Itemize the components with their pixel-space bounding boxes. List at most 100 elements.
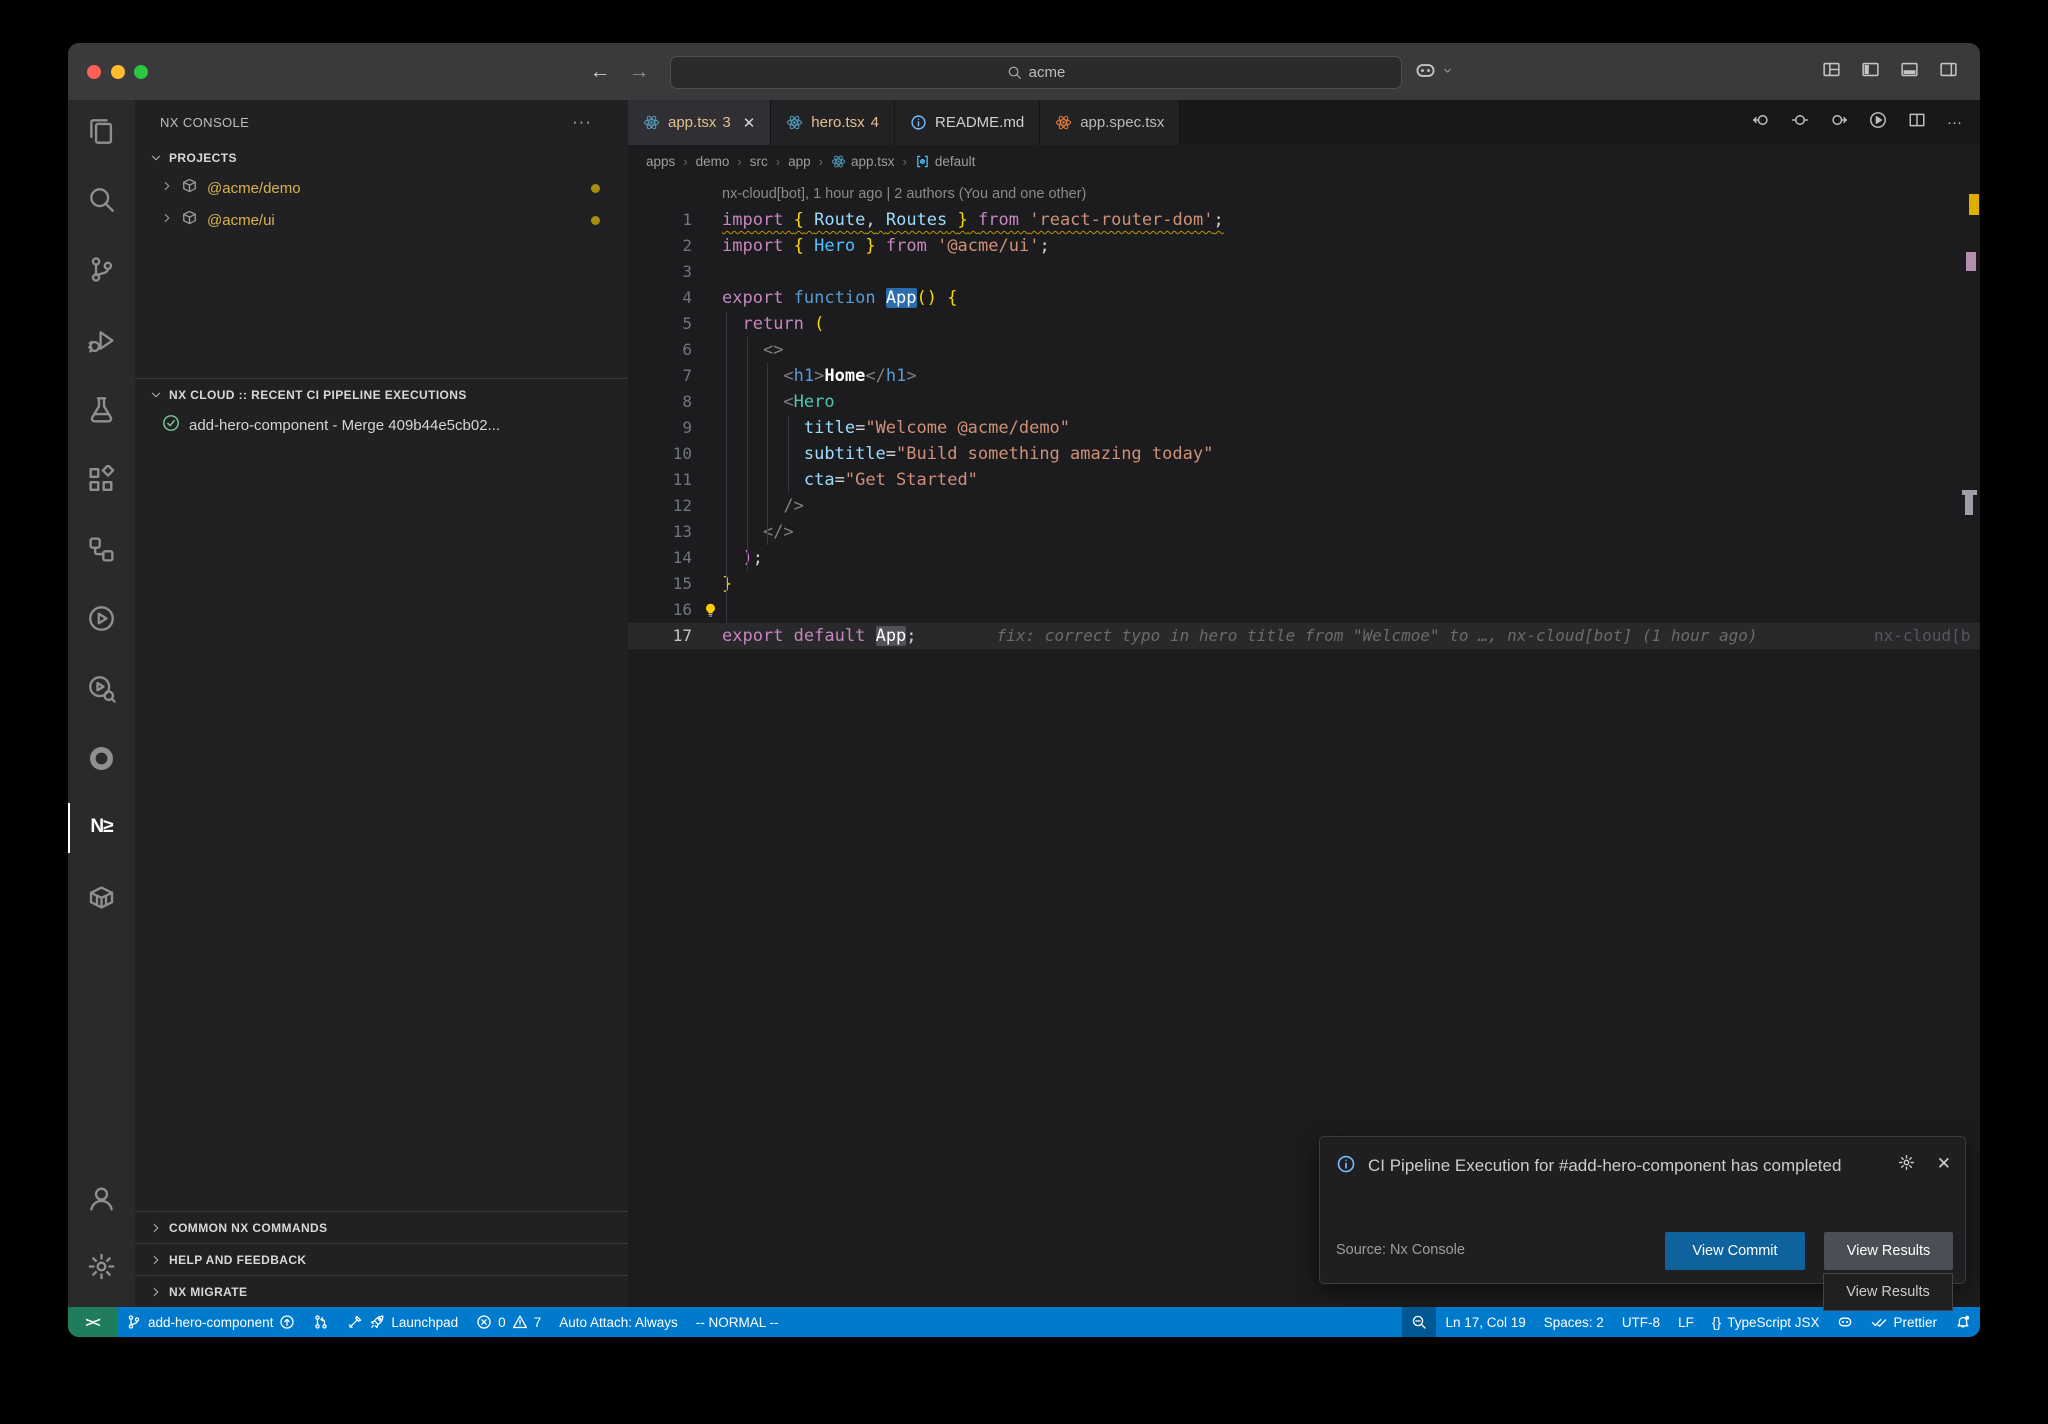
code-line-7[interactable]: 7 <h1>Home</h1> xyxy=(628,363,1980,389)
tab-README-md[interactable]: README.md xyxy=(895,100,1040,145)
nav-back-circle-icon[interactable] xyxy=(1752,111,1770,134)
nav-forward-icon[interactable]: → xyxy=(625,58,653,86)
status-label: UTF-8 xyxy=(1622,1315,1660,1330)
linked-squares-icon xyxy=(87,535,116,564)
toggle-panel-icon[interactable] xyxy=(1900,60,1919,84)
activity-item-containers[interactable] xyxy=(68,869,135,925)
pipeline-execution-item[interactable]: add-hero-component - Merge 409b44e5cb02.… xyxy=(135,409,628,441)
code-line-14[interactable]: 14 ); xyxy=(628,545,1980,571)
activity-item-runner[interactable] xyxy=(68,590,135,646)
code-line-5[interactable]: 5 return ( xyxy=(628,311,1980,337)
code-line-15[interactable]: 15} xyxy=(628,571,1980,597)
status-encoding[interactable]: UTF-8 xyxy=(1613,1307,1669,1337)
activity-item-settings[interactable] xyxy=(68,1238,135,1294)
code-line-1[interactable]: 1import { Route, Routes } from 'react-ro… xyxy=(628,207,1980,233)
status-git-branch[interactable]: add-hero-component xyxy=(117,1307,304,1337)
code-line-9[interactable]: 9 title="Welcome @acme/demo" xyxy=(628,415,1980,441)
tab-badge: 4 xyxy=(871,114,879,131)
tab-close-icon[interactable]: ✕ xyxy=(743,114,756,132)
status-label: Prettier xyxy=(1893,1315,1937,1330)
status-copilot-status[interactable] xyxy=(1828,1307,1862,1337)
breadcrumb-separator: › xyxy=(683,154,687,169)
traffic-light-minimize[interactable] xyxy=(111,65,125,79)
notification-settings-icon[interactable] xyxy=(1898,1154,1915,1176)
nav-forward-circle-icon[interactable] xyxy=(1830,111,1848,134)
section-nx-migrate[interactable]: NX MIGRATE xyxy=(135,1275,628,1307)
status-language-mode[interactable]: {}TypeScript JSX xyxy=(1703,1307,1829,1337)
toggle-secondary-sidebar-icon[interactable] xyxy=(1939,60,1958,84)
code-line-11[interactable]: 11 cta="Get Started" xyxy=(628,467,1980,493)
breadcrumb[interactable]: apps›demo›src›app›app.tsx›default xyxy=(628,145,1980,178)
tab-app-spec-tsx[interactable]: app.spec.tsx xyxy=(1040,100,1180,145)
more-actions-icon[interactable]: ··· xyxy=(1947,114,1962,132)
status-pull-request[interactable] xyxy=(304,1307,338,1337)
nav-forward-circle-icon xyxy=(1830,111,1848,129)
project-item[interactable]: @acme/ui xyxy=(135,204,628,236)
command-center-search[interactable]: acme xyxy=(670,56,1402,89)
activity-item-extensions[interactable] xyxy=(68,451,135,507)
activity-item-run-debug[interactable] xyxy=(68,312,135,368)
status-cursor-position[interactable]: Ln 17, Col 19 xyxy=(1436,1307,1534,1337)
search-value: acme xyxy=(1029,64,1066,81)
section-help-and-feedback[interactable]: HELP AND FEEDBACK xyxy=(135,1243,628,1275)
activity-item-testing[interactable] xyxy=(68,381,135,437)
code-line-3[interactable]: 3 xyxy=(628,259,1980,285)
status-eol[interactable]: LF xyxy=(1669,1307,1703,1337)
status-remote-indicator[interactable]: >< xyxy=(68,1307,117,1337)
tab-hero-tsx[interactable]: hero.tsx4 xyxy=(771,100,895,145)
status-auto-attach[interactable]: Auto Attach: Always xyxy=(550,1307,687,1337)
code-line-12[interactable]: 12 /> xyxy=(628,493,1980,519)
status-formatter[interactable]: Prettier xyxy=(1862,1307,1946,1337)
activity-item-source-control[interactable] xyxy=(68,241,135,297)
breadcrumb-item[interactable]: app.tsx xyxy=(851,154,895,169)
breadcrumb-item[interactable]: app xyxy=(788,154,811,169)
code-line-13[interactable]: 13 </> xyxy=(628,519,1980,545)
traffic-light-maximize[interactable] xyxy=(134,65,148,79)
status-vim-mode[interactable]: -- NORMAL -- xyxy=(687,1307,788,1337)
code-line-16[interactable]: 16 xyxy=(628,597,1980,623)
nav-circle-icon[interactable] xyxy=(1791,111,1809,134)
code-line-8[interactable]: 8 <Hero xyxy=(628,389,1980,415)
view-results-button[interactable]: View Results xyxy=(1824,1232,1953,1270)
activity-item-explorer[interactable] xyxy=(68,103,135,159)
status-zoom-control[interactable] xyxy=(1402,1307,1436,1337)
code-line-17[interactable]: 17export default App;fix: correct typo i… xyxy=(628,623,1980,649)
project-item[interactable]: @acme/demo xyxy=(135,172,628,204)
ruler-mark-warning xyxy=(1969,194,1979,215)
tools-icon xyxy=(347,1314,363,1330)
traffic-light-close[interactable] xyxy=(87,65,101,79)
status-indentation[interactable]: Spaces: 2 xyxy=(1535,1307,1613,1337)
breadcrumb-item[interactable]: default xyxy=(935,154,976,169)
code-line-2[interactable]: 2import { Hero } from '@acme/ui'; xyxy=(628,233,1980,259)
activity-item-nx-console[interactable]: N≥ xyxy=(68,799,135,855)
breadcrumb-item[interactable]: src xyxy=(750,154,768,169)
toggle-sidebar-icon[interactable] xyxy=(1861,60,1880,84)
section-projects[interactable]: PROJECTS xyxy=(135,144,628,172)
status-launchpad[interactable]: Launchpad xyxy=(338,1307,467,1337)
status-label: Auto Attach: Always xyxy=(559,1315,678,1330)
nav-back-icon[interactable]: ← xyxy=(586,58,614,86)
code-line-10[interactable]: 10 subtitle="Build something amazing tod… xyxy=(628,441,1980,467)
customize-layout-icon[interactable] xyxy=(1822,60,1841,84)
activity-item-run-inspect[interactable] xyxy=(68,660,135,716)
notification-close-icon[interactable]: ✕ xyxy=(1937,1154,1951,1176)
split-editor-icon[interactable] xyxy=(1908,111,1926,134)
status-notifications-bell[interactable] xyxy=(1946,1307,1980,1337)
sidebar-more-actions-icon[interactable]: ··· xyxy=(572,112,592,132)
play-ring-icon[interactable] xyxy=(1869,111,1887,134)
activity-item-accounts[interactable] xyxy=(68,1170,135,1226)
section-nx-cloud[interactable]: NX CLOUD :: RECENT CI PIPELINE EXECUTION… xyxy=(135,381,628,409)
status-problems[interactable]: 07 xyxy=(467,1307,550,1337)
copilot-menu[interactable] xyxy=(1414,59,1454,82)
activity-item-project-graph[interactable] xyxy=(68,521,135,577)
view-commit-button[interactable]: View Commit xyxy=(1665,1232,1805,1270)
breadcrumb-item[interactable]: apps xyxy=(646,154,675,169)
breadcrumb-item[interactable]: demo xyxy=(696,154,730,169)
activity-item-edge-browser[interactable] xyxy=(68,730,135,786)
section-common-nx-commands[interactable]: COMMON NX COMMANDS xyxy=(135,1211,628,1243)
code-line-4[interactable]: 4export function App() { xyxy=(628,285,1980,311)
activity-item-search[interactable] xyxy=(68,171,135,227)
tab-app-tsx[interactable]: app.tsx3✕ xyxy=(628,100,771,145)
code-line-6[interactable]: 6 <> xyxy=(628,337,1980,363)
gear-icon xyxy=(1898,1154,1915,1171)
